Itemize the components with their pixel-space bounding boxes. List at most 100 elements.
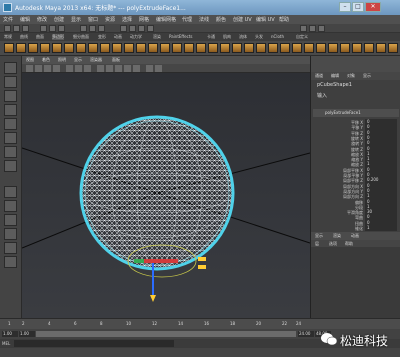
history-icon[interactable]: [120, 25, 127, 32]
menu-item[interactable]: 文件: [3, 16, 13, 23]
render-settings-icon[interactable]: [147, 25, 154, 32]
shelf-tab[interactable]: 常规: [4, 34, 12, 40]
channel-menu-item[interactable]: 通道: [315, 73, 323, 79]
manipulator-handle[interactable]: [198, 257, 206, 261]
lights-icon[interactable]: [124, 65, 131, 72]
grid-toggle-icon[interactable]: [66, 65, 73, 72]
poly-platonic-icon[interactable]: [136, 43, 146, 53]
bevel-icon[interactable]: [364, 43, 374, 53]
manipulator-y-axis[interactable]: [134, 259, 144, 263]
smooth-shade-icon[interactable]: [106, 65, 113, 72]
delete-edge-icon[interactable]: [388, 43, 398, 53]
select-component-icon[interactable]: [58, 25, 65, 32]
command-input[interactable]: [14, 340, 174, 347]
manipulator-arrow[interactable]: [150, 295, 156, 302]
isolate-select-icon[interactable]: [146, 65, 153, 72]
viewport-menu-item[interactable]: 着色: [42, 57, 50, 63]
range-end-field[interactable]: 24.00: [298, 331, 314, 337]
menu-item[interactable]: 编辑 UV: [256, 16, 275, 23]
object-name[interactable]: pCubeShape1: [317, 82, 352, 88]
channel-menu-item[interactable]: 编辑: [331, 73, 339, 79]
attribute-editor-icon[interactable]: [300, 25, 307, 32]
bookmark-icon[interactable]: [44, 65, 51, 72]
xray-icon[interactable]: [155, 65, 162, 72]
menu-item[interactable]: 编辑: [20, 16, 30, 23]
menu-item[interactable]: 网格: [139, 16, 149, 23]
new-scene-icon[interactable]: [4, 25, 11, 32]
shelf-tab-active[interactable]: 多边形: [52, 34, 64, 40]
camera-attributes-icon[interactable]: [35, 65, 42, 72]
menu-item[interactable]: 法线: [199, 16, 209, 23]
menu-item[interactable]: 修改: [37, 16, 47, 23]
fill-hole-icon[interactable]: [292, 43, 302, 53]
image-plane-icon[interactable]: [53, 65, 60, 72]
mel-label[interactable]: MEL: [2, 341, 10, 346]
viewport-menu-item[interactable]: 渲染器: [90, 57, 102, 63]
shelf-tab[interactable]: 肌肉: [223, 34, 231, 40]
shelf-tab[interactable]: 动力学: [130, 34, 142, 40]
rotate-tool-icon[interactable]: [4, 118, 17, 130]
channel-box-icon[interactable]: [318, 25, 325, 32]
lasso-tool-icon[interactable]: [4, 76, 17, 88]
split-polygon-icon[interactable]: [316, 43, 326, 53]
layer-tab[interactable]: 动画: [351, 233, 359, 239]
smooth-icon[interactable]: [232, 43, 242, 53]
separate-icon[interactable]: [160, 43, 170, 53]
combine-icon[interactable]: [148, 43, 158, 53]
snap-point-icon[interactable]: [98, 25, 105, 32]
merge-icon[interactable]: [376, 43, 386, 53]
poly-cylinder-icon[interactable]: [28, 43, 38, 53]
poly-prism-icon[interactable]: [76, 43, 86, 53]
shelf-tab[interactable]: 动画: [114, 34, 122, 40]
shadows-icon[interactable]: [133, 65, 140, 72]
viewport-menu-item[interactable]: 面板: [112, 57, 120, 63]
menu-item[interactable]: 创建 UV: [233, 16, 252, 23]
select-tool-icon[interactable]: [4, 62, 17, 74]
shelf-tab[interactable]: 自定义: [296, 34, 308, 40]
persp-outliner-icon[interactable]: [4, 214, 17, 226]
single-view-icon[interactable]: [4, 186, 17, 198]
boolean-difference-icon[interactable]: [196, 43, 206, 53]
four-view-icon[interactable]: [4, 200, 17, 212]
shelf-tab[interactable]: 变形: [98, 34, 106, 40]
persp-graph-icon[interactable]: [4, 228, 17, 240]
outliner-layout-icon[interactable]: [4, 256, 17, 268]
channel-attribute-row[interactable]: 锥化 1: [313, 225, 399, 232]
textured-icon[interactable]: [115, 65, 122, 72]
open-scene-icon[interactable]: [13, 25, 20, 32]
shelf-tab[interactable]: 细分曲面: [73, 34, 89, 40]
bridge-icon[interactable]: [352, 43, 362, 53]
append-polygon-icon[interactable]: [304, 43, 314, 53]
range-slider[interactable]: [36, 331, 296, 337]
poly-torus-icon[interactable]: [64, 43, 74, 53]
layer-tab[interactable]: 渲染: [333, 233, 341, 239]
menu-item[interactable]: 帮助: [279, 16, 289, 23]
menu-item[interactable]: 窗口: [88, 16, 98, 23]
menu-item[interactable]: 编辑网格: [156, 16, 176, 23]
menu-item[interactable]: 颜色: [216, 16, 226, 23]
select-object-icon[interactable]: [49, 25, 56, 32]
perspective-viewport[interactable]: 视图 着色 照明 显示 渲染器 面板: [21, 56, 311, 318]
manipulator-handle[interactable]: [198, 265, 206, 269]
wireframe-icon[interactable]: [97, 65, 104, 72]
select-hierarchy-icon[interactable]: [40, 25, 47, 32]
shelf-tab[interactable]: PaintEffects: [169, 34, 193, 39]
viewport-menu-item[interactable]: 视图: [26, 57, 34, 63]
menu-item[interactable]: 选择: [122, 16, 132, 23]
poly-plane-icon[interactable]: [52, 43, 62, 53]
channel-menu-item[interactable]: 对象: [347, 73, 355, 79]
layer-tab[interactable]: 显示: [315, 233, 323, 239]
mirror-geometry-icon[interactable]: [220, 43, 230, 53]
poly-soccer-icon[interactable]: [124, 43, 134, 53]
scale-tool-icon[interactable]: [4, 132, 17, 144]
poly-pipe-icon[interactable]: [100, 43, 110, 53]
extrude-icon[interactable]: [340, 43, 350, 53]
insert-edge-loop-icon[interactable]: [328, 43, 338, 53]
cleanup-icon[interactable]: [256, 43, 266, 53]
shelf-tab[interactable]: 卡通: [207, 34, 215, 40]
last-tool-icon[interactable]: [4, 160, 17, 172]
poly-pyramid-icon[interactable]: [88, 43, 98, 53]
reduce-icon[interactable]: [244, 43, 254, 53]
render-icon[interactable]: [129, 25, 136, 32]
shelf-tab[interactable]: 曲面: [36, 34, 44, 40]
